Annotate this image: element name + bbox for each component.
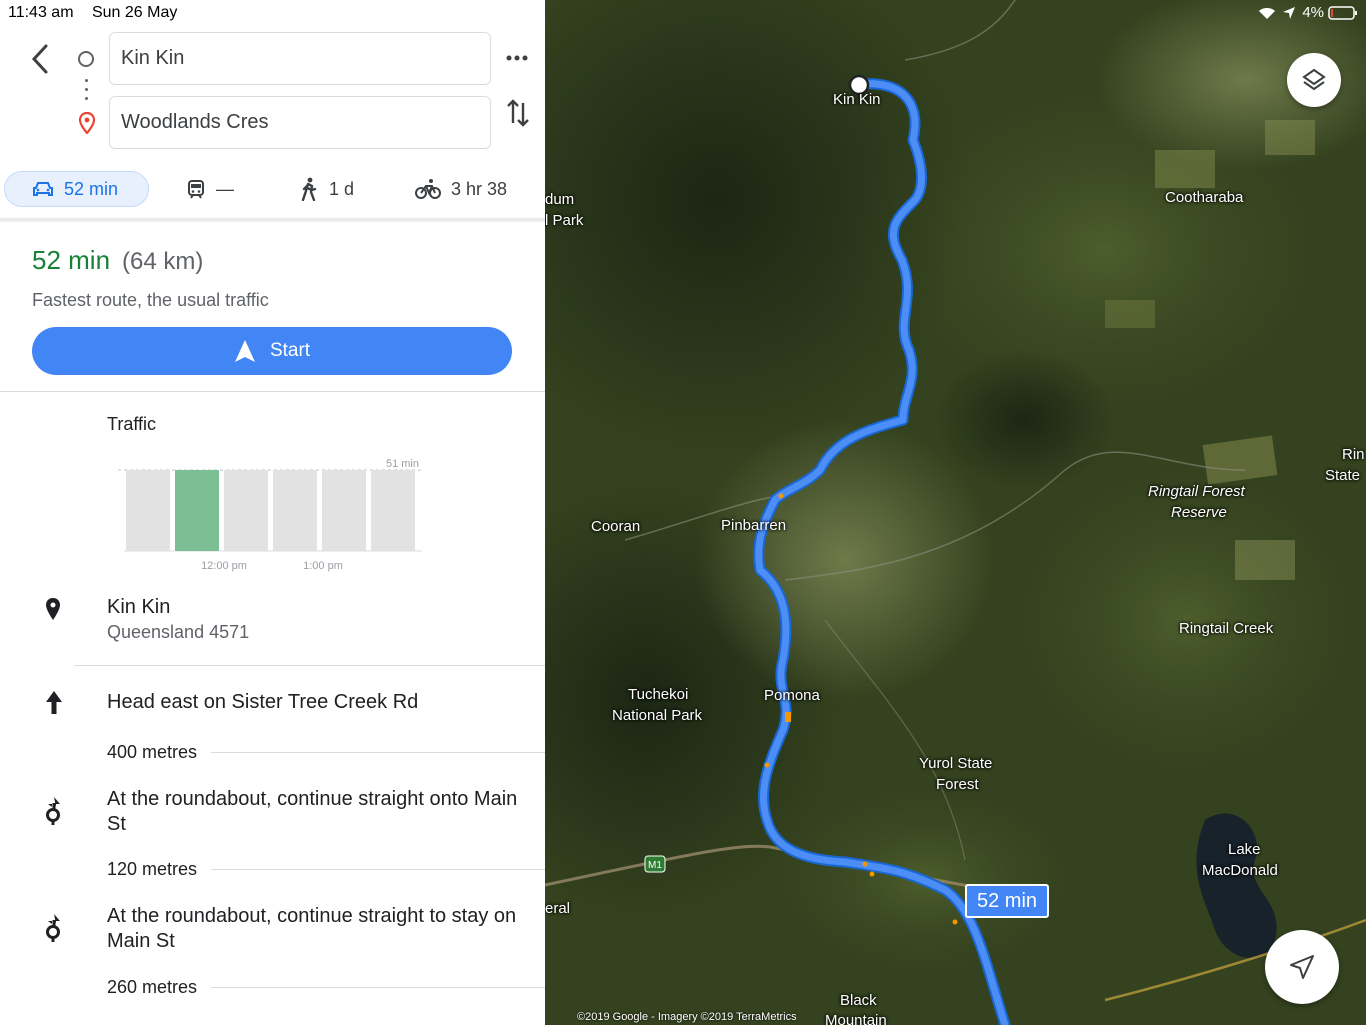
- step-distance: 400 metres: [107, 742, 198, 762]
- place-divider: [74, 665, 545, 666]
- swap-vertical-icon: [507, 99, 529, 127]
- map-label-dum: dum: [545, 191, 575, 208]
- route-distance: (64 km): [122, 248, 204, 275]
- location-arrow-icon: [1283, 6, 1296, 19]
- mode-walk[interactable]: 1 d: [299, 171, 354, 207]
- back-button[interactable]: [26, 42, 56, 76]
- traffic-title: Traffic: [107, 414, 157, 434]
- bicycle-icon: [415, 179, 441, 199]
- traffic-bar[interactable]: [322, 470, 366, 551]
- route-duration: 52 min: [32, 245, 111, 275]
- directions-panel: 11:43 am Sun 26 May Kin Kin Woodlands Cr…: [0, 0, 545, 1025]
- origin-input[interactable]: Kin Kin: [109, 32, 491, 85]
- status-time: 11:43 am: [8, 4, 74, 21]
- navigation-outline-icon: [1290, 955, 1314, 979]
- mode-drive[interactable]: 52 min: [4, 171, 149, 207]
- map-label-forest: Forest: [936, 776, 979, 793]
- start-place-region: Queensland 4571: [107, 622, 250, 642]
- battery-percent: 4%: [1302, 4, 1324, 21]
- map-label-kin-kin: Kin Kin: [833, 91, 881, 108]
- destination-pin-icon: [78, 111, 96, 135]
- layers-icon: [1302, 68, 1326, 91]
- traffic-max-label: 51 min: [386, 458, 419, 470]
- step-instruction: Head east on Sister Tree Creek Rd: [107, 691, 419, 713]
- traffic-bar[interactable]: [273, 470, 317, 551]
- traffic-bar[interactable]: [126, 470, 170, 551]
- roundabout-icon: [43, 913, 65, 943]
- place-pin-icon: [45, 598, 61, 622]
- my-location-button[interactable]: [1265, 930, 1339, 1004]
- map-label-ringtail-forest: Ringtail Forest: [1148, 483, 1245, 500]
- arrow-up-icon: [43, 690, 65, 720]
- destination-input[interactable]: Woodlands Cres: [109, 96, 491, 149]
- car-icon: [33, 182, 53, 196]
- step-instruction: At the roundabout, continue straight ont…: [107, 788, 518, 835]
- route-note: Fastest route, the usual traffic: [32, 290, 269, 310]
- map-label-rin: Rin: [1342, 446, 1365, 463]
- satellite-map[interactable]: M1 4% Kin Kin Cootharaba dum l Park Coor…: [545, 0, 1366, 1025]
- navigation-arrow-icon: [234, 340, 255, 362]
- origin-circle-icon: [78, 51, 94, 67]
- more-options-button[interactable]: [505, 48, 531, 68]
- layers-button[interactable]: [1287, 53, 1341, 107]
- map-label-macdonald: MacDonald: [1202, 862, 1278, 879]
- more-horizontal-icon: [506, 55, 528, 61]
- roundabout-icon: [43, 796, 65, 826]
- mode-walk-label: 1 d: [329, 178, 355, 199]
- battery-icon: [1328, 5, 1357, 20]
- step-distance-row: 400 metres: [107, 742, 545, 763]
- status-bar-left: 11:43 am Sun 26 May: [8, 4, 191, 22]
- chevron-left-icon: [31, 44, 48, 74]
- step-distance: 120 metres: [107, 859, 198, 879]
- status-bar-right: 4%: [1258, 4, 1358, 21]
- traffic-bar-current[interactable]: [175, 470, 219, 551]
- modes-divider: [0, 218, 545, 220]
- start-navigation-button[interactable]: Start: [32, 327, 512, 375]
- step-distance-row: 260 metres: [107, 977, 545, 998]
- map-copyright: ©2019 Google - Imagery ©2019 TerraMetric…: [577, 1011, 797, 1023]
- mode-bike[interactable]: 3 hr 38: [415, 171, 507, 207]
- step-instruction: At the roundabout, continue straight to …: [107, 905, 517, 952]
- start-label: Start: [269, 340, 311, 361]
- map-label-park: l Park: [545, 212, 584, 229]
- map-label-state: State: [1325, 467, 1361, 484]
- swap-route-button[interactable]: [505, 97, 531, 129]
- traffic-bar[interactable]: [224, 470, 268, 551]
- route-duration-badge[interactable]: 52 min: [965, 884, 1049, 918]
- svg-text:M1: M1: [648, 860, 662, 871]
- map-label-eral: eral: [545, 900, 571, 917]
- map-label-tuchekoi: Tuchekoi: [628, 686, 689, 703]
- start-place-name: Kin Kin: [107, 596, 171, 618]
- map-label-cooran: Cooran: [591, 518, 641, 535]
- map-label-black: Black: [840, 992, 877, 1009]
- train-icon: [188, 180, 204, 199]
- travel-modes: 52 min — 1 d 3 hr 38: [0, 168, 545, 214]
- route-dots-icon: [85, 79, 88, 101]
- mode-transit-label: —: [216, 178, 234, 199]
- mode-bike-label: 3 hr 38: [451, 178, 508, 199]
- traffic-tick-label: 1:00 pm: [303, 560, 343, 572]
- map-label-mountain: Mountain: [825, 1012, 887, 1025]
- walking-icon: [301, 177, 317, 201]
- map-label-pomona: Pomona: [764, 687, 820, 704]
- traffic-tick-label: 12:00 pm: [201, 560, 247, 572]
- map-label-ringtail-creek: Ringtail Creek: [1179, 620, 1274, 637]
- mode-transit[interactable]: —: [186, 171, 234, 207]
- step-distance: 260 metres: [107, 977, 198, 997]
- traffic-chart: 51 min 12:00 pm 1:00 pm: [118, 458, 423, 572]
- traffic-bar[interactable]: [371, 470, 415, 551]
- map-label-cootharaba: Cootharaba: [1165, 189, 1244, 206]
- step-distance-row: 120 metres: [107, 859, 545, 880]
- map-label-lake: Lake: [1228, 841, 1261, 858]
- map-label-national-park: National Park: [612, 707, 703, 724]
- map-label-reserve: Reserve: [1171, 504, 1227, 521]
- status-date: Sun 26 May: [91, 4, 178, 21]
- wifi-icon: [1259, 7, 1276, 19]
- map-label-pinbarren: Pinbarren: [721, 517, 787, 534]
- mode-drive-label: 52 min: [64, 178, 119, 199]
- map-label-yurol: Yurol State: [919, 755, 993, 772]
- summary-divider: [0, 391, 545, 392]
